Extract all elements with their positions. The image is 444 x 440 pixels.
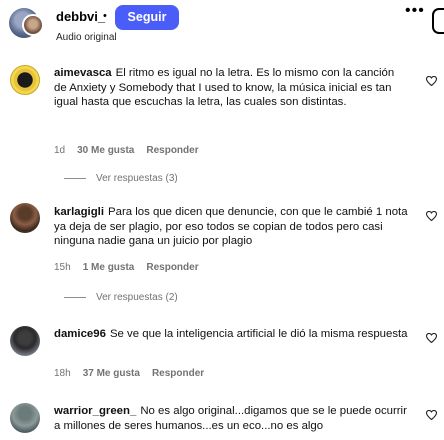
comment-text: warrior_green_ No es algo original...diga… <box>54 404 410 433</box>
avatar[interactable] <box>10 65 40 95</box>
replies-label[interactable]: Ver respuestas (2) <box>96 292 178 303</box>
reply-button[interactable]: Responder <box>146 145 198 156</box>
likes-count[interactable]: 1 Me gusta <box>83 262 135 273</box>
replies-divider <box>64 177 86 179</box>
comment-text: karlagigli Para los que dicen que denunci… <box>54 205 410 249</box>
comment-time: 18h <box>54 368 71 379</box>
comment-meta: 18h 37 Me gusta Responder <box>54 368 216 379</box>
avatar[interactable] <box>10 403 40 433</box>
view-replies-button[interactable]: Ver respuestas (3) <box>64 173 178 184</box>
reply-button[interactable]: Responder <box>146 262 198 273</box>
view-replies-button[interactable]: Ver respuestas (2) <box>64 292 178 303</box>
likes-count[interactable]: 37 Me gusta <box>83 368 140 379</box>
comment-meta: 15h 1 Me gusta Responder <box>54 262 211 273</box>
author-username[interactable]: debbvi_ <box>56 9 105 24</box>
coauthor-avatar[interactable] <box>22 14 44 36</box>
replies-label[interactable]: Ver respuestas (3) <box>96 173 178 184</box>
follow-button[interactable]: Seguir <box>115 5 179 30</box>
comment-username[interactable]: karlagigli <box>54 206 104 218</box>
comment-text: damice96 Se ve que la inteligencia artifi… <box>54 327 410 342</box>
reply-button[interactable]: Responder <box>152 368 204 379</box>
comment-time: 15h <box>54 262 71 273</box>
comment-body: Se ve que la inteligencia artificial le … <box>109 328 408 340</box>
comment-meta: 1d 30 Me gusta Responder <box>54 145 211 156</box>
comment-time: 1d <box>54 145 66 156</box>
audio-label[interactable]: Audio original <box>56 32 117 43</box>
separator-dot: • <box>103 10 107 22</box>
edge-icon <box>432 8 444 34</box>
comment-username[interactable]: aimevasca <box>54 67 112 79</box>
replies-divider <box>64 296 86 298</box>
likes-count[interactable]: 30 Me gusta <box>77 145 134 156</box>
comment-text: aimevasca El ritmo es igual no la letra. … <box>54 66 410 110</box>
avatar[interactable] <box>10 326 40 356</box>
comment-username[interactable]: warrior_green_ <box>54 405 136 417</box>
comment-body: Para los que dicen que denuncie, con que… <box>54 206 408 248</box>
post-header: debbvi_ • Seguir Audio original ••• <box>0 0 444 46</box>
avatar[interactable] <box>10 203 40 233</box>
comment-username[interactable]: damice96 <box>54 328 106 340</box>
heart-icon[interactable] <box>426 333 437 343</box>
heart-icon[interactable] <box>426 410 437 420</box>
heart-icon[interactable] <box>426 76 437 86</box>
more-options-icon[interactable]: ••• <box>405 2 425 20</box>
heart-icon[interactable] <box>426 211 437 221</box>
